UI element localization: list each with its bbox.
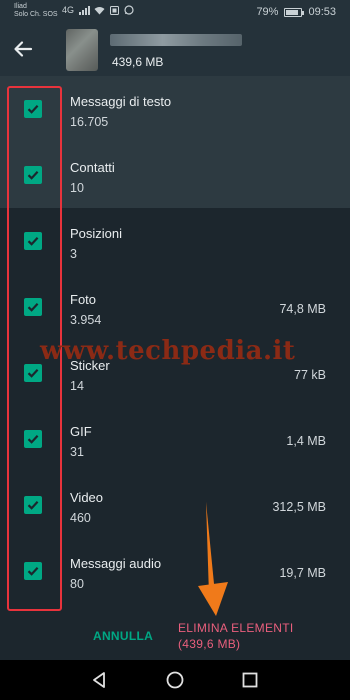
- check-icon: [27, 435, 39, 444]
- nav-recents-icon[interactable]: [239, 669, 261, 691]
- item-title: Messaggi di testo: [70, 94, 172, 109]
- item-count: 3: [70, 247, 77, 261]
- action-bar: ANNULLA ELIMINA ELEMENTI (439,6 MB): [0, 612, 350, 660]
- carrier-status: Solo Ch. SOS: [14, 11, 58, 18]
- list-item[interactable]: Sticker 14 77 kB: [0, 340, 350, 406]
- list-item[interactable]: Posizioni 3: [0, 208, 350, 274]
- check-icon: [27, 303, 39, 312]
- check-icon: [27, 171, 39, 180]
- list-item[interactable]: Contatti 10: [0, 142, 350, 208]
- check-icon: [27, 501, 39, 510]
- network-type: 4G: [62, 5, 75, 15]
- signal-icon: [79, 5, 91, 15]
- item-size: 77 kB: [294, 368, 326, 382]
- list-item[interactable]: GIF 31 1,4 MB: [0, 406, 350, 472]
- item-size: 74,8 MB: [279, 302, 326, 316]
- list-item[interactable]: Foto 3.954 74,8 MB: [0, 274, 350, 340]
- status-icons: 4G: [62, 5, 134, 15]
- item-title: Contatti: [70, 160, 115, 175]
- delete-label: ELIMINA ELEMENTI: [178, 621, 294, 635]
- app-bar: 439,6 MB: [0, 26, 350, 76]
- total-size: 439,6 MB: [112, 55, 164, 69]
- nav-back-icon[interactable]: [88, 669, 110, 691]
- arrow-left-icon[interactable]: [12, 38, 34, 60]
- checkbox[interactable]: [24, 496, 42, 514]
- carrier-name: Iliad: [14, 3, 27, 10]
- list-item[interactable]: Video 460 312,5 MB: [0, 472, 350, 538]
- check-icon: [27, 369, 39, 378]
- carrier-info: Iliad Solo Ch. SOS: [14, 3, 58, 19]
- item-title: Posizioni: [70, 226, 123, 241]
- item-count: 10: [70, 181, 84, 195]
- checkbox[interactable]: [24, 298, 42, 316]
- check-icon: [27, 105, 39, 114]
- battery-icon: [284, 7, 305, 17]
- item-title: Messaggi audio: [70, 556, 162, 571]
- item-title: Sticker: [70, 358, 110, 373]
- status-right: 79% 09:53: [256, 6, 336, 18]
- checkbox[interactable]: [24, 100, 42, 118]
- item-count: 460: [70, 511, 91, 525]
- checkbox[interactable]: [24, 562, 42, 580]
- item-count: 31: [70, 445, 84, 459]
- delete-items-button[interactable]: ELIMINA ELEMENTI (439,6 MB): [178, 620, 294, 652]
- item-size: 1,4 MB: [286, 434, 326, 448]
- checkbox[interactable]: [24, 364, 42, 382]
- item-count: 80: [70, 577, 84, 591]
- wifi-icon: [94, 6, 105, 14]
- storage-item-list: Messaggi di testo 16.705 Contatti 10 Posizio…: [0, 76, 350, 622]
- item-count: 3.954: [70, 313, 102, 327]
- checkbox[interactable]: [24, 166, 42, 184]
- item-count: 16.705: [70, 115, 109, 129]
- item-size: 19,7 MB: [279, 566, 326, 580]
- list-item[interactable]: Messaggi di testo 16.705: [0, 76, 350, 142]
- status-bar: Iliad Solo Ch. SOS 4G 79% 09:53: [0, 0, 350, 26]
- check-icon: [27, 237, 39, 246]
- item-title: GIF: [70, 424, 92, 439]
- check-icon: [27, 567, 39, 576]
- notification-icon: [110, 5, 120, 15]
- item-title: Video: [70, 490, 104, 505]
- item-size: 312,5 MB: [272, 500, 326, 514]
- nav-home-icon[interactable]: [164, 669, 186, 691]
- checkbox[interactable]: [24, 430, 42, 448]
- clock: 09:53: [308, 6, 336, 18]
- contact-name-blurred: [110, 34, 242, 46]
- list-item[interactable]: Messaggi audio 80 19,7 MB: [0, 538, 350, 604]
- delete-size-label: (439,6 MB): [178, 637, 241, 651]
- item-title: Foto: [70, 292, 97, 307]
- cancel-button[interactable]: ANNULLA: [93, 629, 153, 643]
- checkbox[interactable]: [24, 232, 42, 250]
- navigation-bar: [0, 660, 350, 700]
- contact-avatar: [66, 29, 98, 71]
- item-count: 14: [70, 379, 84, 393]
- whatsapp-icon: [124, 5, 134, 15]
- battery-percent: 79%: [256, 6, 279, 18]
